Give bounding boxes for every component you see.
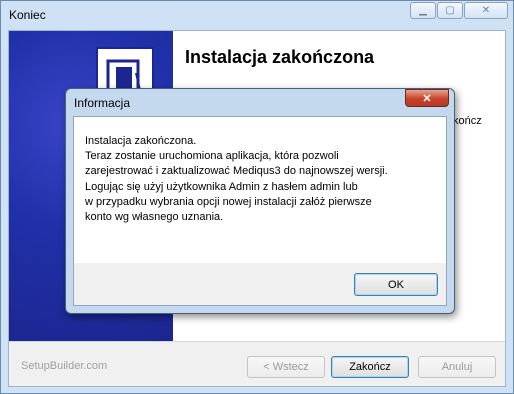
page-title: Instalacja zakończona (185, 47, 375, 67)
ok-button[interactable]: OK (354, 273, 438, 296)
button-bar: SetupBuilder.com < Wstecz Zakończ Anuluj (9, 341, 505, 386)
close-icon: ✕ (481, 5, 491, 16)
window-title: Koniec (9, 8, 46, 22)
message-line: konto wg własnego uznania. (85, 211, 224, 224)
dialog-title: Informacja (74, 96, 131, 110)
dialog-client: Instalacja zakończona. Teraz zostanie ur… (73, 116, 447, 306)
message-line: Instalacja zakończona. (85, 135, 197, 147)
finish-button[interactable]: Zakończ (331, 356, 409, 378)
back-button[interactable]: < Wstecz (247, 356, 325, 378)
partial-text: kończ (453, 115, 482, 127)
message-area: Instalacja zakończona. Teraz zostanie ur… (74, 117, 446, 263)
brand-label: SetupBuilder.com (21, 360, 108, 372)
close-button[interactable]: ✕ (464, 2, 508, 19)
message-line: w przypadku wybrania opcji nowej instala… (85, 195, 372, 208)
minimize-icon: ▁ (419, 5, 427, 16)
minimize-button[interactable]: ▁ (410, 2, 436, 19)
dialog-close-button[interactable]: ✕ (405, 89, 449, 107)
info-dialog: Informacja ✕ Instalacja zakończona. Tera… (65, 88, 455, 314)
close-icon: ✕ (422, 92, 432, 105)
maximize-button[interactable]: ▢ (437, 2, 463, 19)
window-controls: ▁ ▢ ✕ (410, 2, 508, 19)
message-line: Logując się użyj użytkownika Admin z has… (85, 180, 358, 193)
dialog-message: Instalacja zakończona. Teraz zostanie ur… (85, 134, 388, 225)
message-line: zarejestrować i zaktualizować Mediqus3 d… (85, 165, 388, 178)
cancel-button[interactable]: Anuluj (418, 356, 496, 378)
maximize-icon: ▢ (445, 5, 455, 16)
message-line: Teraz zostanie uruchomiona aplikacja, kt… (85, 150, 339, 163)
